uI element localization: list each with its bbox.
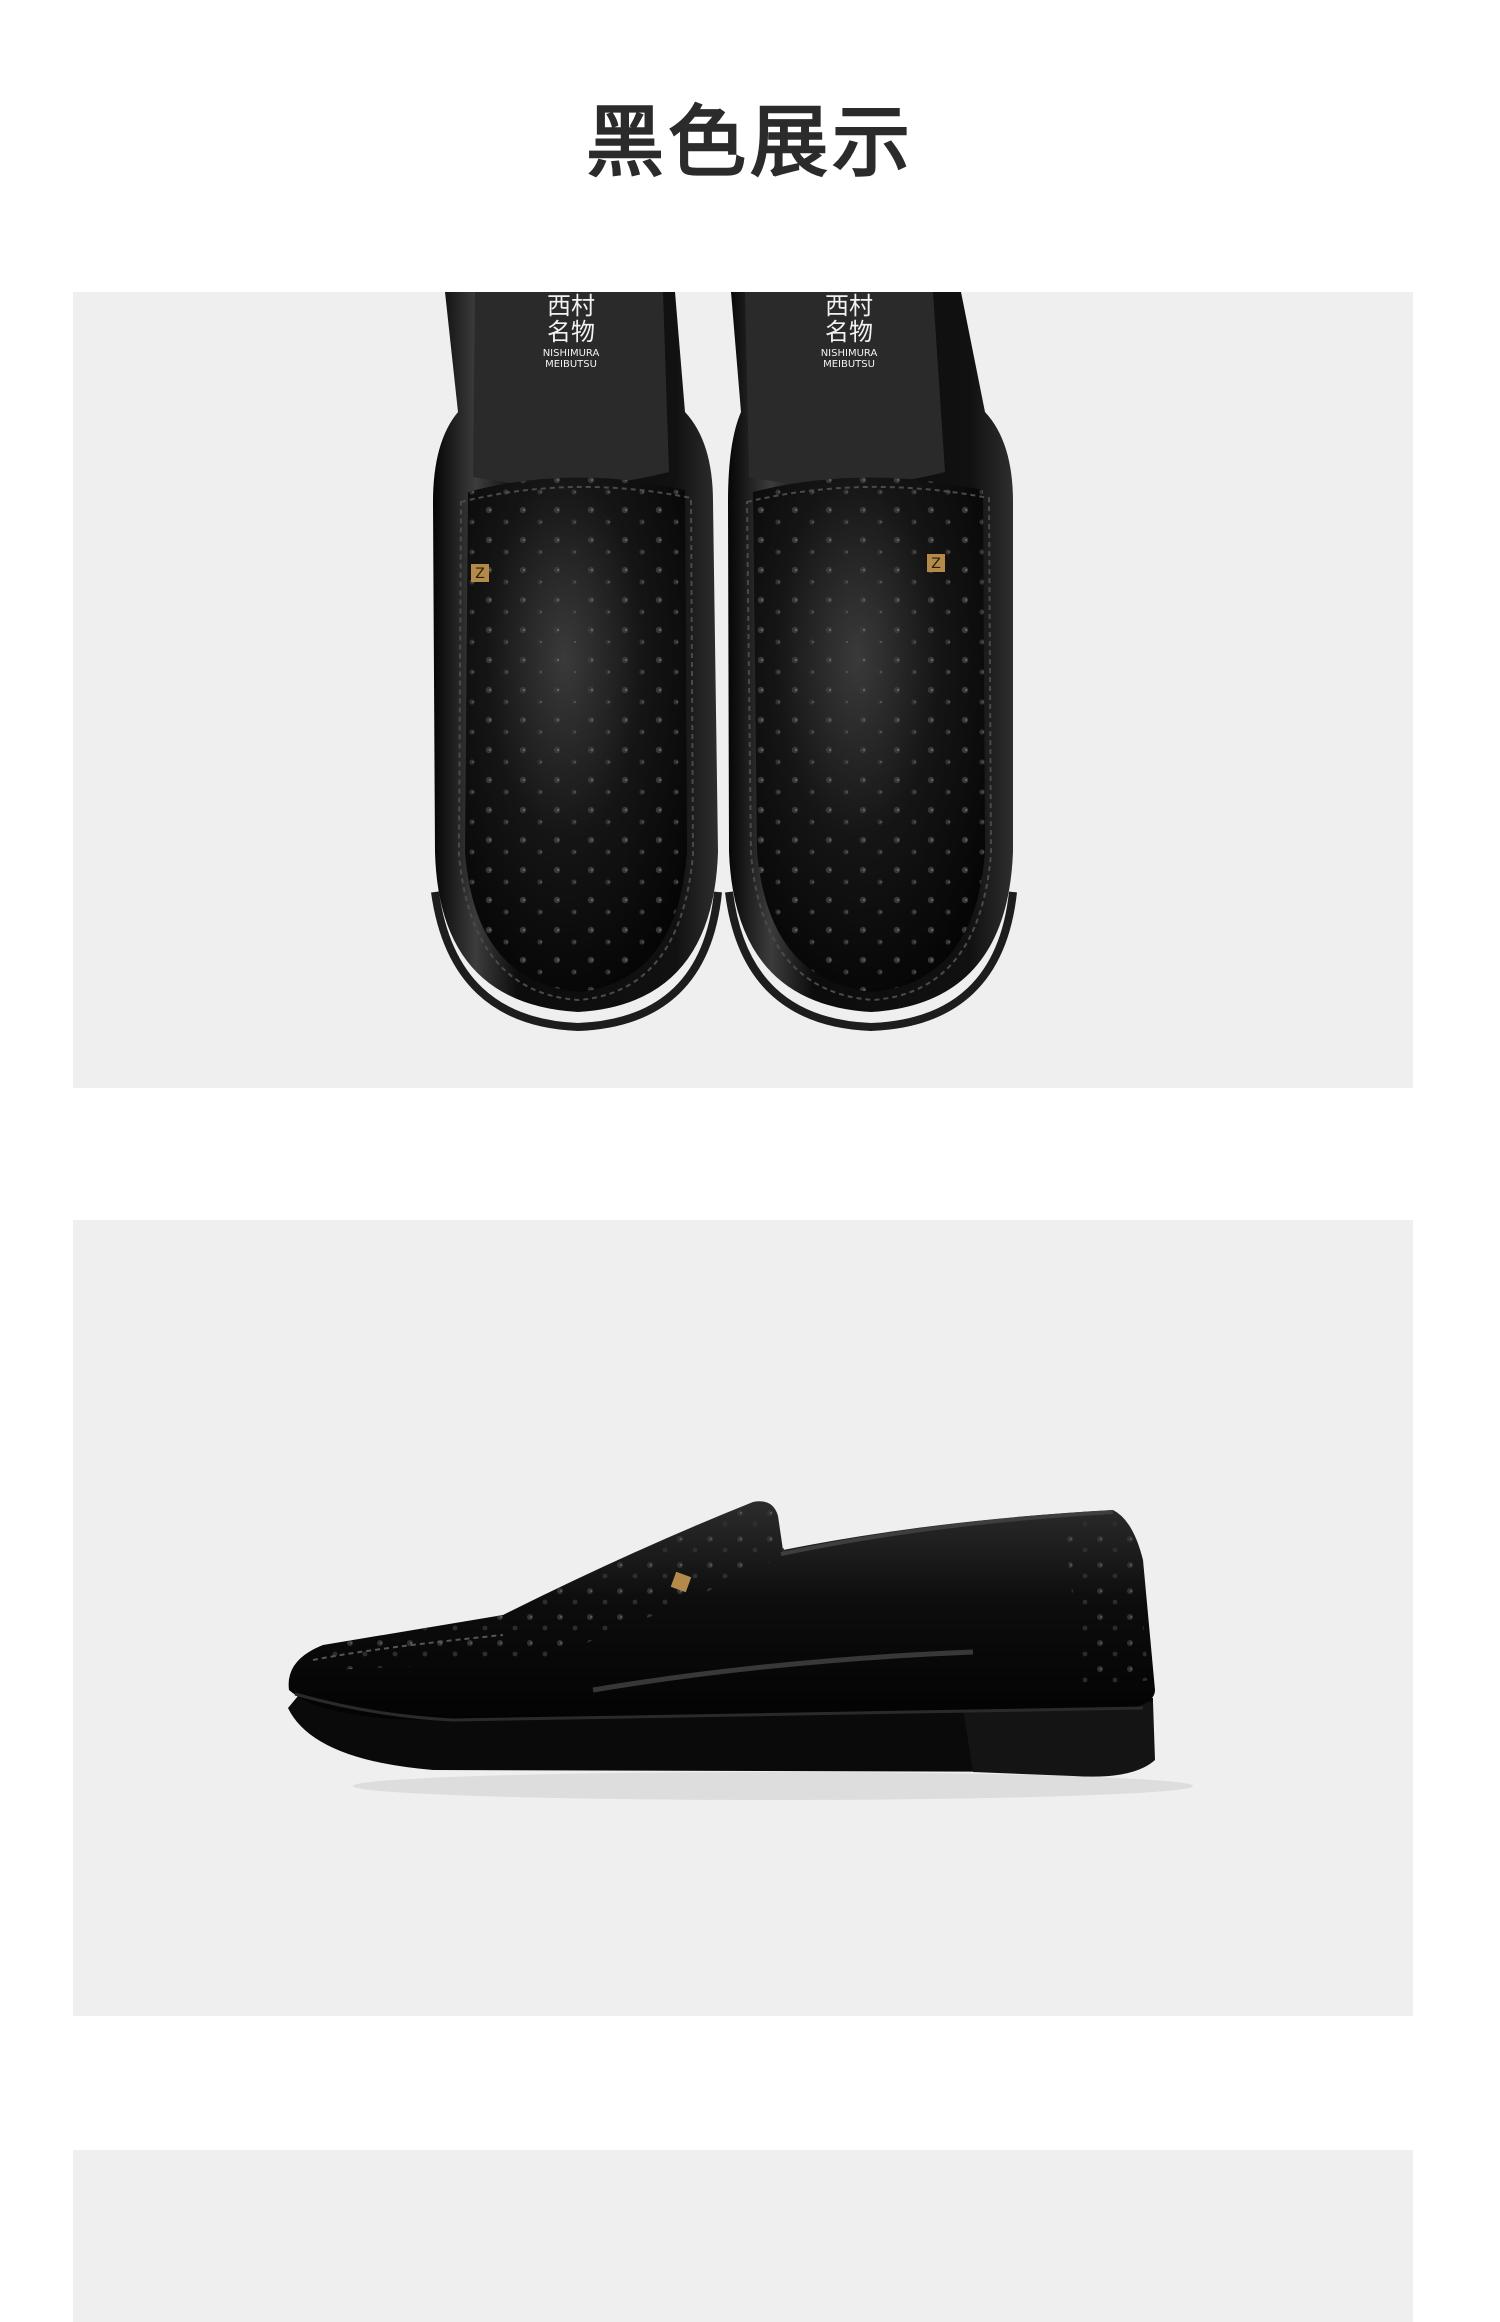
section-title: 黑色展示 xyxy=(585,97,914,188)
top-view-photo: Z Z 西村 名物 NISHIMURA MEIBUTSU 西村 名物 NISHI… xyxy=(73,292,1413,1088)
svg-text:名物: 名物 xyxy=(825,318,873,346)
top-view-pair-illustration: Z Z 西村 名物 NISHIMURA MEIBUTSU 西村 名物 NISHI… xyxy=(431,292,1017,1032)
left-insole-logo: 西村 名物 NISHIMURA MEIBUTSU xyxy=(543,292,600,370)
svg-text:MEIBUTSU: MEIBUTSU xyxy=(545,359,597,370)
left-shoe: Z xyxy=(431,292,722,1032)
svg-text:Z: Z xyxy=(475,566,485,582)
svg-text:西村: 西村 xyxy=(825,292,873,320)
svg-text:NISHIMURA: NISHIMURA xyxy=(821,348,878,359)
side-view-shoe-illustration xyxy=(288,1501,1193,1800)
right-insole-logo: 西村 名物 NISHIMURA MEIBUTSU xyxy=(821,292,878,370)
svg-text:西村: 西村 xyxy=(547,292,595,320)
svg-text:NISHIMURA: NISHIMURA xyxy=(543,348,600,359)
right-shoe: Z xyxy=(725,292,1017,1032)
side-view-photo xyxy=(73,1220,1413,2016)
svg-text:名物: 名物 xyxy=(547,318,595,346)
heel xyxy=(963,1702,1155,1777)
side-shoe xyxy=(288,1501,1156,1777)
next-photo-panel xyxy=(73,2150,1413,2322)
svg-text:MEIBUTSU: MEIBUTSU xyxy=(823,359,875,370)
svg-text:Z: Z xyxy=(931,556,941,572)
